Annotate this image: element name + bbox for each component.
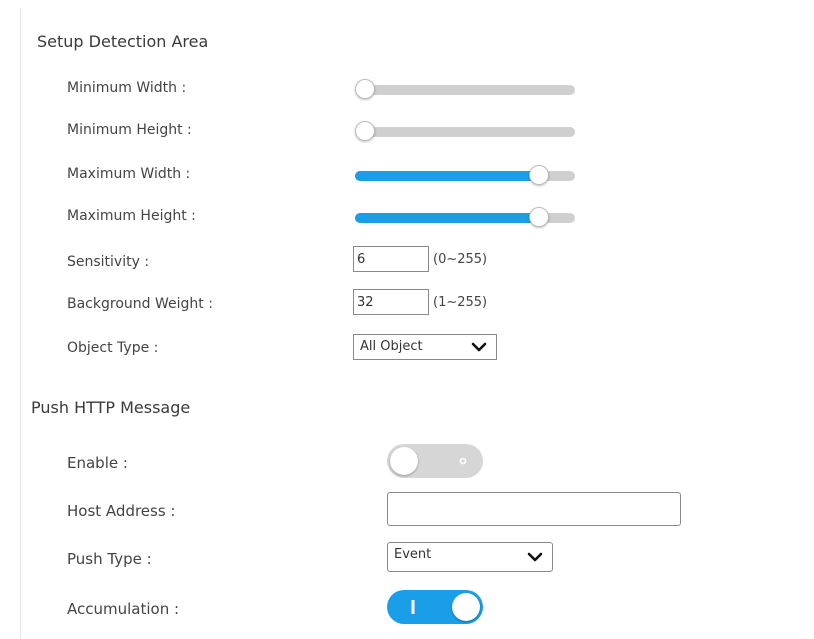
max-height-slider-fill [355, 213, 539, 223]
min-width-slider[interactable] [355, 79, 575, 99]
chevron-down-icon [527, 552, 543, 562]
push-type-selected-value: Event [394, 547, 432, 562]
max-width-slider-thumb[interactable] [529, 165, 549, 185]
background-weight-input[interactable] [353, 289, 429, 315]
max-width-slider-fill [355, 171, 539, 181]
sensitivity-label: Sensitivity : [67, 254, 150, 270]
object-type-label: Object Type : [67, 340, 159, 356]
max-height-label: Maximum Height : [67, 208, 196, 224]
accumulation-label: Accumulation : [67, 600, 180, 618]
min-width-label: Minimum Width : [67, 80, 187, 96]
max-height-slider-thumb[interactable] [529, 207, 549, 227]
min-height-slider-thumb[interactable] [355, 121, 375, 141]
enable-toggle[interactable] [387, 444, 483, 478]
push-http-section-title: Push HTTP Message [31, 398, 191, 417]
detection-section-title: Setup Detection Area [37, 32, 209, 51]
settings-panel: Setup Detection Area Minimum Width : Min… [20, 8, 803, 639]
accumulation-toggle-knob [452, 593, 480, 621]
object-type-select[interactable]: All Object [353, 334, 497, 360]
enable-toggle-knob [390, 447, 418, 475]
accumulation-toggle[interactable] [387, 590, 483, 624]
max-width-label: Maximum Width : [67, 166, 191, 182]
min-height-slider[interactable] [355, 121, 575, 141]
host-address-label: Host Address : [67, 502, 176, 520]
sensitivity-input[interactable] [353, 246, 429, 272]
min-height-label: Minimum Height : [67, 122, 192, 138]
off-indicator-icon [459, 457, 467, 465]
host-address-input[interactable] [387, 492, 681, 526]
max-height-slider[interactable] [355, 207, 575, 227]
max-width-slider[interactable] [355, 165, 575, 185]
sensitivity-range-hint: (0~255) [433, 252, 488, 267]
object-type-selected-value: All Object [360, 339, 423, 354]
background-weight-range-hint: (1~255) [433, 295, 488, 310]
background-weight-label: Background Weight : [67, 296, 213, 312]
push-type-label: Push Type : [67, 550, 152, 568]
chevron-down-icon [471, 342, 487, 352]
enable-label: Enable : [67, 454, 128, 472]
on-indicator-icon [411, 600, 415, 614]
push-type-select[interactable]: Event [387, 542, 553, 572]
min-width-slider-thumb[interactable] [355, 79, 375, 99]
